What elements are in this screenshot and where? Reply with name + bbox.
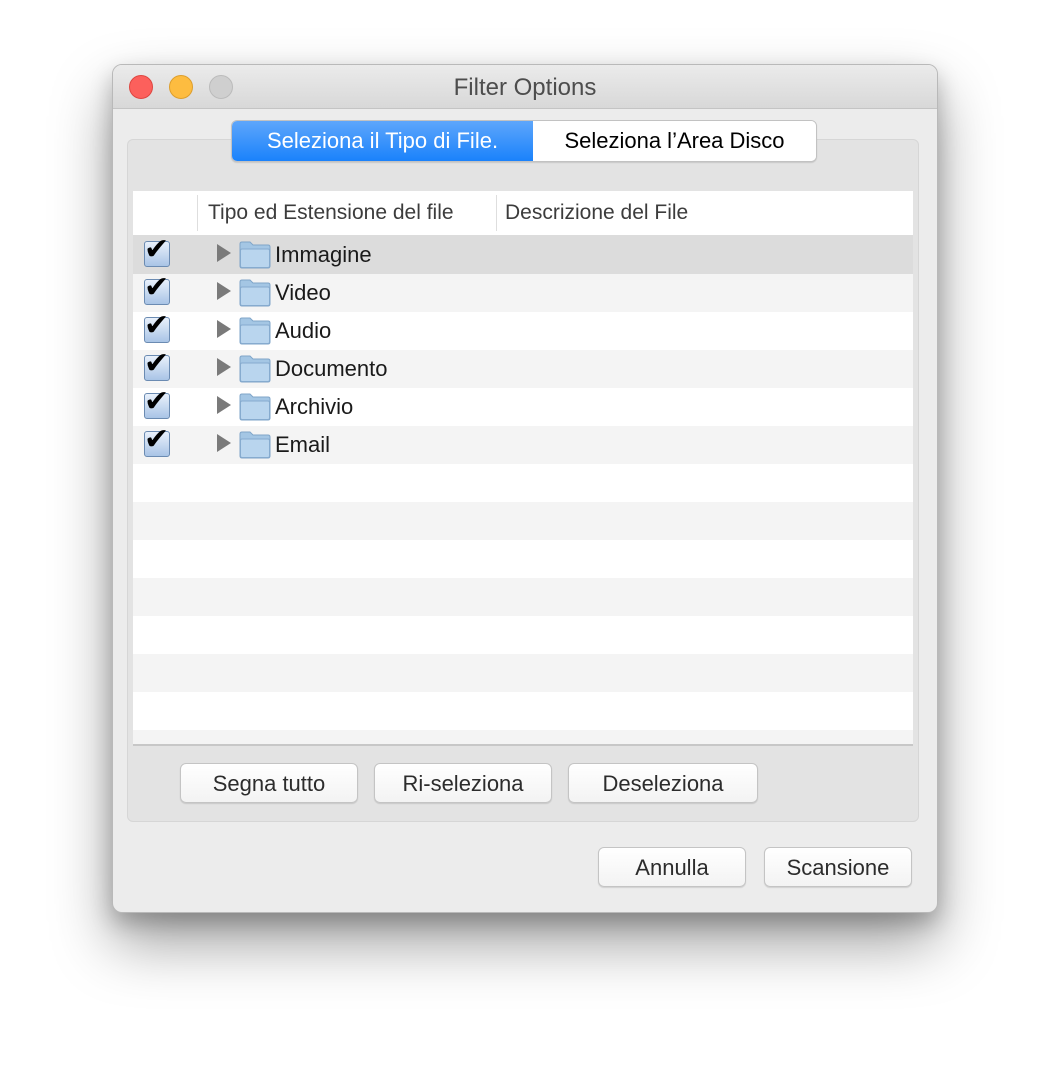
folder-icon — [239, 279, 271, 307]
tab-file-type[interactable]: Seleziona il Tipo di File. — [232, 121, 533, 161]
disclosure-triangle-icon[interactable] — [217, 434, 231, 452]
row-checkbox[interactable]: ✔ — [144, 271, 170, 305]
column-header-description[interactable]: Descrizione del File — [505, 191, 688, 235]
row-label: Immagine — [275, 242, 372, 267]
reselect-button[interactable]: Ri-seleziona — [374, 763, 552, 803]
row-label: Documento — [275, 356, 388, 381]
scan-button[interactable]: Scansione — [764, 847, 912, 887]
row-checkbox[interactable]: ✔ — [144, 423, 170, 457]
window-title: Filter Options — [453, 74, 597, 101]
row-label: Video — [275, 280, 331, 305]
column-divider — [197, 195, 198, 231]
column-divider — [496, 195, 497, 231]
table-row[interactable]: ✔ Immagine — [133, 233, 913, 274]
row-label: Email — [275, 432, 331, 457]
row-label: Archivio — [275, 394, 354, 419]
deselect-button[interactable]: Deseleziona — [568, 763, 758, 803]
empty-row — [133, 730, 913, 744]
cancel-button[interactable]: Annulla — [598, 847, 746, 887]
disclosure-triangle-icon[interactable] — [217, 396, 231, 414]
row-checkbox[interactable]: ✔ — [144, 347, 170, 381]
empty-row — [133, 692, 913, 730]
row-checkbox[interactable]: ✔ — [144, 385, 170, 419]
disclosure-triangle-icon[interactable] — [217, 320, 231, 338]
checkmark-icon: ✔ — [144, 309, 170, 342]
empty-row — [133, 616, 913, 654]
table-row[interactable]: ✔ Video — [133, 271, 913, 312]
checkmark-icon: ✔ — [144, 385, 170, 418]
folder-icon — [239, 431, 271, 459]
disclosure-triangle-icon[interactable] — [217, 244, 231, 262]
row-checkbox[interactable]: ✔ — [144, 309, 170, 343]
table-header: Tipo ed Estensione del file Descrizione … — [133, 191, 913, 236]
folder-icon — [239, 317, 271, 345]
file-type-table: Tipo ed Estensione del file Descrizione … — [133, 191, 913, 746]
column-header-type[interactable]: Tipo ed Estensione del file — [208, 191, 454, 235]
empty-row — [133, 464, 913, 502]
table-rows: ✔ Immagine ✔ Video ✔ Audio ✔ Documento ✔… — [133, 233, 913, 744]
row-checkbox[interactable]: ✔ — [144, 233, 170, 267]
row-label: Audio — [275, 318, 332, 343]
folder-icon — [239, 241, 271, 269]
title-bar[interactable]: Filter Options — [113, 65, 937, 109]
table-row[interactable]: ✔ Documento — [133, 347, 913, 388]
checkmark-icon: ✔ — [144, 233, 170, 266]
empty-row — [133, 654, 913, 692]
disclosure-triangle-icon[interactable] — [217, 358, 231, 376]
checkmark-icon: ✔ — [144, 271, 170, 304]
folder-icon — [239, 393, 271, 421]
table-row[interactable]: ✔ Audio — [133, 309, 913, 350]
checkmark-icon: ✔ — [144, 423, 170, 456]
table-row[interactable]: ✔ Email — [133, 423, 913, 464]
tab-disk-area[interactable]: Seleziona l’Area Disco — [533, 121, 816, 161]
folder-icon — [239, 355, 271, 383]
mark-all-button[interactable]: Segna tutto — [180, 763, 358, 803]
empty-row — [133, 578, 913, 616]
filter-options-window: Filter Options Seleziona il Tipo di File… — [112, 64, 938, 913]
empty-row — [133, 540, 913, 578]
tab-segmented-control: Seleziona il Tipo di File. Seleziona l’A… — [231, 120, 817, 162]
empty-row — [133, 502, 913, 540]
table-row[interactable]: ✔ Archivio — [133, 385, 913, 426]
checkmark-icon: ✔ — [144, 347, 170, 380]
disclosure-triangle-icon[interactable] — [217, 282, 231, 300]
